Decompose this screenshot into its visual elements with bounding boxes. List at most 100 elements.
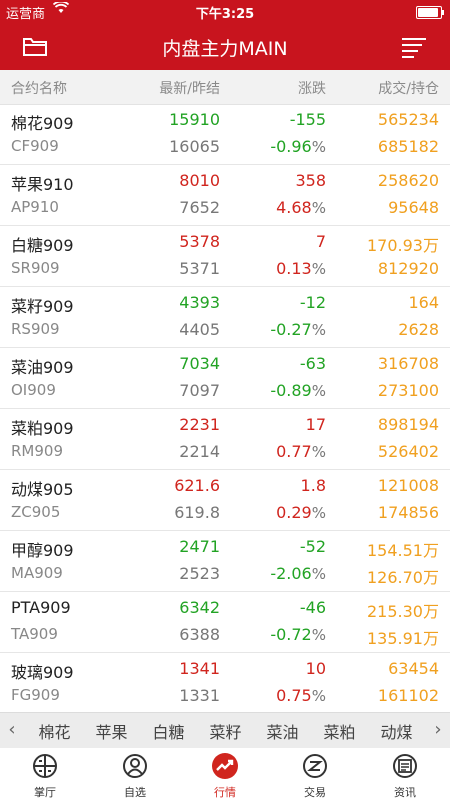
change-value: -155: [289, 110, 326, 129]
shortcut-chip[interactable]: 动煤: [368, 719, 424, 743]
percent-unit: %: [311, 321, 326, 339]
contract-code: FG909: [11, 686, 60, 704]
change-percent: -0.96%: [270, 137, 326, 156]
change-percent-value: -0.89: [270, 381, 312, 400]
contract-code: OI909: [11, 381, 56, 399]
change-percent: 0.13%: [276, 259, 326, 278]
quote-row[interactable]: 玻璃909 FG909 1341 1331 10 0.75% 63454 161102: [0, 653, 450, 712]
change-percent: -0.89%: [270, 381, 326, 400]
prev-settle: 6388: [179, 625, 220, 644]
menu-icon[interactable]: [400, 35, 428, 59]
open-interest: 526402: [377, 442, 439, 461]
change-percent: -2.06%: [270, 564, 326, 583]
change-percent-value: 0.77: [276, 442, 312, 461]
quote-row[interactable]: PTA909 TA909 6342 6388 -46 -0.72% 215.30万 135.9…: [0, 592, 450, 653]
change-value: 17: [305, 415, 326, 434]
last-price: 1341: [179, 659, 220, 678]
prev-settle: 7097: [179, 381, 220, 400]
quote-row[interactable]: 苹果910 AP910 8010 7652 358 4.68% 258620 95648: [0, 165, 450, 226]
shortcut-chip[interactable]: 菜油: [254, 719, 311, 743]
open-interest: 135.91万: [367, 629, 439, 648]
tab-hall[interactable]: 掌厅: [0, 748, 90, 800]
chevron-right-icon[interactable]: ›: [428, 719, 448, 740]
open-interest: 685182: [377, 137, 439, 156]
volume: 316708: [377, 354, 439, 373]
prev-settle: 2523: [179, 564, 220, 583]
shortcut-chip[interactable]: 菜籽: [197, 719, 254, 743]
change-value: 7: [315, 232, 326, 251]
change-percent: 4.68%: [276, 198, 326, 217]
tab-user[interactable]: 自选: [90, 748, 180, 800]
prev-settle: 7652: [179, 198, 220, 217]
contract-code: SR909: [11, 259, 60, 277]
open-interest: 2628: [398, 320, 439, 339]
quote-row[interactable]: 动煤905 ZC905 621.6 619.8 1.8 0.29% 121008 174856: [0, 470, 450, 531]
contract-code: AP910: [11, 198, 59, 216]
last-price: 621.6: [174, 476, 220, 495]
change-percent-value: -0.27: [270, 320, 312, 339]
contract-code: TA909: [11, 625, 58, 643]
percent-unit: %: [311, 382, 326, 400]
shortcut-chip[interactable]: 白糖: [140, 719, 197, 743]
shortcut-chip[interactable]: 苹果: [83, 719, 140, 743]
change-percent-value: -0.96: [270, 137, 312, 156]
tab-bar: 掌厅 自选 行情 交易 资讯: [0, 748, 450, 800]
volume: 170.93万: [367, 236, 439, 255]
contract-name: 菜粕909: [11, 419, 74, 438]
volume: 154.51万: [367, 541, 439, 560]
change-percent-value: 0.75: [276, 686, 312, 705]
change-value: 1.8: [300, 476, 326, 495]
percent-unit: %: [311, 260, 326, 278]
tab-trend[interactable]: 行情: [180, 748, 270, 800]
open-interest: 273100: [377, 381, 439, 400]
last-price: 6342: [179, 598, 220, 617]
quote-row[interactable]: 甲醇909 MA909 2471 2523 -52 -2.06% 154.51万 126.70…: [0, 531, 450, 592]
change-percent-value: 0.13: [276, 259, 312, 278]
tab-label: 行情: [214, 786, 236, 799]
percent-unit: %: [311, 687, 326, 705]
column-price[interactable]: 最新/昨结: [159, 78, 220, 98]
volume: 258620: [377, 171, 439, 190]
chevron-left-icon[interactable]: ‹: [2, 719, 22, 740]
volume: 121008: [377, 476, 439, 495]
contract-name: 棉花909: [11, 114, 74, 133]
contract-code: ZC905: [11, 503, 61, 521]
percent-unit: %: [311, 626, 326, 644]
quote-row[interactable]: 菜粕909 RM909 2231 2214 17 0.77% 898194 526402: [0, 409, 450, 470]
column-volume[interactable]: 成交/持仓: [378, 78, 439, 98]
contract-name: 菜籽909: [11, 297, 74, 316]
volume: 565234: [377, 110, 439, 129]
quote-row[interactable]: 棉花909 CF909 15910 16065 -155 -0.96% 565234 6851…: [0, 104, 450, 165]
open-interest: 161102: [377, 686, 439, 705]
change-percent-value: 4.68: [276, 198, 312, 217]
percent-unit: %: [311, 504, 326, 522]
status-time: 下午3:25: [195, 7, 255, 22]
tab-news[interactable]: 资讯: [360, 748, 450, 800]
change-value: 358: [295, 171, 326, 190]
quote-list: 棉花909 CF909 15910 16065 -155 -0.96% 565234 6851…: [0, 104, 450, 712]
change-value: 10: [305, 659, 326, 678]
column-name[interactable]: 合约名称: [11, 78, 67, 98]
change-percent: -0.72%: [270, 625, 326, 644]
quote-row[interactable]: 菜油909 OI909 7034 7097 -63 -0.89% 316708 273100: [0, 348, 450, 409]
open-interest: 95648: [388, 198, 439, 217]
change-value: -52: [299, 537, 326, 556]
change-percent: -0.27%: [270, 320, 326, 339]
prev-settle: 2214: [179, 442, 220, 461]
status-bar: 运营商 下午3:25: [0, 0, 450, 22]
shortcut-chip[interactable]: 菜粕: [311, 719, 368, 743]
change-percent: 0.29%: [276, 503, 326, 522]
tab-trade[interactable]: 交易: [270, 748, 360, 800]
percent-unit: %: [311, 199, 326, 217]
prev-settle: 16065: [169, 137, 220, 156]
shortcut-chip[interactable]: 棉花: [26, 719, 83, 743]
column-change[interactable]: 涨跌: [298, 78, 326, 98]
percent-unit: %: [311, 443, 326, 461]
tab-label: 资讯: [394, 786, 416, 799]
page-title: 内盘主力MAIN: [162, 38, 288, 60]
contract-name: 苹果910: [11, 175, 74, 194]
contract-code: MA909: [11, 564, 63, 582]
change-value: -12: [299, 293, 326, 312]
quote-row[interactable]: 菜籽909 RS909 4393 4405 -12 -0.27% 164 2628: [0, 287, 450, 348]
quote-row[interactable]: 白糖909 SR909 5378 5371 7 0.13% 170.93万 812920: [0, 226, 450, 287]
